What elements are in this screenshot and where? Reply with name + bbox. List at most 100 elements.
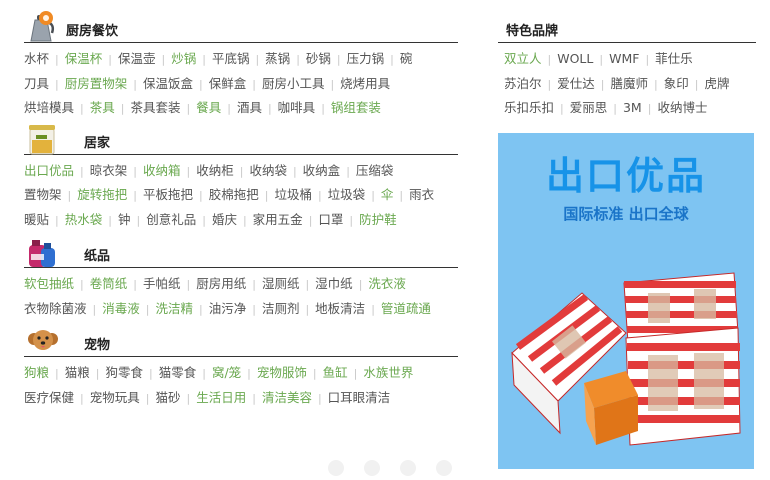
category-link[interactable]: 狗粮 — [24, 365, 49, 380]
category-link[interactable]: 湿厕纸 — [262, 276, 300, 291]
category-link[interactable]: 创意礼品 — [146, 212, 196, 227]
category-link[interactable]: 茶具 — [90, 100, 115, 115]
category-link[interactable]: 衣物除菌液 — [24, 301, 87, 316]
category-link[interactable]: 宠物服饰 — [257, 365, 307, 380]
category-link[interactable]: 胶棉拖把 — [209, 187, 259, 202]
category-link[interactable]: 收纳箱 — [143, 163, 181, 178]
category-link[interactable]: 水杯 — [24, 51, 49, 66]
category-link[interactable]: 鱼缸 — [323, 365, 348, 380]
category-link[interactable]: 晾衣架 — [90, 163, 128, 178]
category-link[interactable]: 虎牌 — [704, 76, 729, 91]
category-link[interactable]: 保温饭盒 — [143, 76, 193, 91]
category-link[interactable]: 出口优品 — [24, 163, 74, 178]
category-link[interactable]: 生活日用 — [196, 390, 246, 405]
category-link[interactable]: 暖贴 — [24, 212, 49, 227]
category-link[interactable]: 管道疏通 — [381, 301, 431, 316]
category-link[interactable]: 手帕纸 — [143, 276, 181, 291]
category-link[interactable]: 3M — [623, 100, 642, 115]
category-link[interactable]: 锅组套装 — [331, 100, 381, 115]
category-link[interactable]: 压力锅 — [347, 51, 385, 66]
category-link[interactable]: 压缩袋 — [356, 163, 394, 178]
section-home: 居家 出口优品 | 晾衣架 | 收纳箱 | 收纳柜 | 收纳袋 | 收纳盒 | 压缩袋 置物架 | 旋转拖把 |… — [24, 124, 458, 233]
category-link[interactable]: 爱丽思 — [570, 100, 608, 115]
category-link[interactable]: 咖啡具 — [278, 100, 316, 115]
separator: | — [599, 53, 604, 66]
separator: | — [198, 189, 203, 202]
promo-banner[interactable]: 出口优品 国际标准 出口全球 — [498, 133, 754, 469]
category-link[interactable]: 卷筒纸 — [90, 276, 128, 291]
category-link[interactable]: 碗 — [400, 51, 413, 66]
category-link[interactable]: 厨房小工具 — [262, 76, 325, 91]
category-link[interactable]: 婚庆 — [212, 212, 237, 227]
category-link[interactable]: 保鲜盒 — [209, 76, 247, 91]
category-link[interactable]: 刀具 — [24, 76, 49, 91]
category-link[interactable]: 乐扣乐扣 — [504, 100, 554, 115]
carousel-dot[interactable] — [364, 460, 380, 476]
category-link[interactable]: 地板清洁 — [315, 301, 365, 316]
category-link[interactable]: 砂锅 — [306, 51, 331, 66]
category-link[interactable]: 热水袋 — [65, 212, 103, 227]
category-link[interactable]: 收纳博士 — [657, 100, 707, 115]
category-link[interactable]: 伞 — [381, 187, 394, 202]
category-link[interactable]: 收纳袋 — [249, 163, 287, 178]
category-link[interactable]: 炒锅 — [171, 51, 196, 66]
separator: | — [560, 102, 564, 115]
category-link[interactable]: 雨衣 — [409, 187, 434, 202]
category-link[interactable]: 宠物玩具 — [90, 390, 140, 405]
link-row: 医疗保健 | 宠物玩具 | 猫砂 | 生活日用 | 清洁美容 | 口耳眼清洁 — [24, 386, 458, 411]
category-link[interactable]: 厨房置物架 — [65, 76, 128, 91]
category-link[interactable]: 苏泊尔 — [504, 76, 542, 91]
category-link[interactable]: 厨房用纸 — [196, 276, 246, 291]
separator: | — [239, 164, 244, 178]
category-link[interactable]: 洁厕剂 — [262, 301, 300, 316]
category-link[interactable]: 猫砂 — [155, 390, 180, 405]
category-link[interactable]: 平底锅 — [212, 51, 250, 66]
category-link[interactable]: 猫零食 — [159, 365, 197, 380]
category-link[interactable]: 保温壶 — [118, 51, 156, 66]
category-link[interactable]: 收纳柜 — [196, 163, 234, 178]
category-link[interactable]: 收纳盒 — [303, 163, 341, 178]
category-link[interactable]: 酒具 — [237, 100, 262, 115]
category-link[interactable]: 餐具 — [196, 100, 221, 115]
category-link[interactable]: 垃圾袋 — [328, 187, 366, 202]
category-link[interactable]: 清洁美容 — [262, 390, 312, 405]
category-link[interactable]: 垃圾桶 — [274, 187, 312, 202]
carousel-dot[interactable] — [400, 460, 416, 476]
category-link[interactable]: 蒸锅 — [265, 51, 290, 66]
category-link[interactable]: 菲仕乐 — [655, 51, 693, 66]
category-link[interactable]: 旋转拖把 — [77, 187, 127, 202]
category-link[interactable]: WMF — [609, 51, 639, 66]
category-link[interactable]: 油污净 — [209, 301, 247, 316]
category-link[interactable]: 爱仕达 — [557, 76, 595, 91]
category-link[interactable]: 家用五金 — [253, 212, 303, 227]
category-link[interactable]: 平板拖把 — [143, 187, 193, 202]
category-link[interactable]: 烘培模具 — [24, 100, 74, 115]
section-title: 宠物 — [84, 338, 111, 353]
category-link[interactable]: 水族世界 — [363, 365, 413, 380]
category-link[interactable]: 医疗保健 — [24, 390, 74, 405]
category-link[interactable]: 消毒液 — [102, 301, 140, 316]
category-link[interactable]: 烧烤用具 — [340, 76, 390, 91]
category-link[interactable]: WOLL — [557, 51, 593, 66]
category-link[interactable]: 双立人 — [504, 51, 542, 66]
category-link[interactable]: 湿巾纸 — [315, 276, 353, 291]
category-link[interactable]: 洗洁精 — [155, 301, 193, 316]
category-link[interactable]: 茶具套装 — [130, 100, 180, 115]
category-link[interactable]: 软包抽纸 — [24, 276, 74, 291]
carousel-dot[interactable] — [328, 460, 344, 476]
link-row: 苏泊尔 | 爱仕达 | 膳魔师 | 象印 | 虎牌 — [504, 72, 756, 97]
category-link[interactable]: 窝/笼 — [212, 365, 241, 380]
category-link[interactable]: 象印 — [664, 76, 689, 91]
category-link[interactable]: 狗零食 — [105, 365, 143, 380]
category-link[interactable]: 防护鞋 — [359, 212, 397, 227]
category-link[interactable]: 膳魔师 — [610, 76, 648, 91]
category-link[interactable]: 猫粮 — [65, 365, 90, 380]
carousel-dot[interactable] — [436, 460, 452, 476]
category-link[interactable]: 钟 — [118, 212, 131, 227]
brand-panel: 特色品牌 双立人 | WOLL | WMF | 菲仕乐 苏泊尔 | 爱仕达 | 膳魔师 | 象印 | 虎牌 乐扣… — [498, 14, 756, 469]
category-link[interactable]: 洗衣液 — [368, 276, 406, 291]
category-link[interactable]: 口罩 — [318, 212, 343, 227]
category-link[interactable]: 口耳眼清洁 — [328, 390, 391, 405]
category-link[interactable]: 保温杯 — [65, 51, 103, 66]
category-link[interactable]: 置物架 — [24, 187, 62, 202]
